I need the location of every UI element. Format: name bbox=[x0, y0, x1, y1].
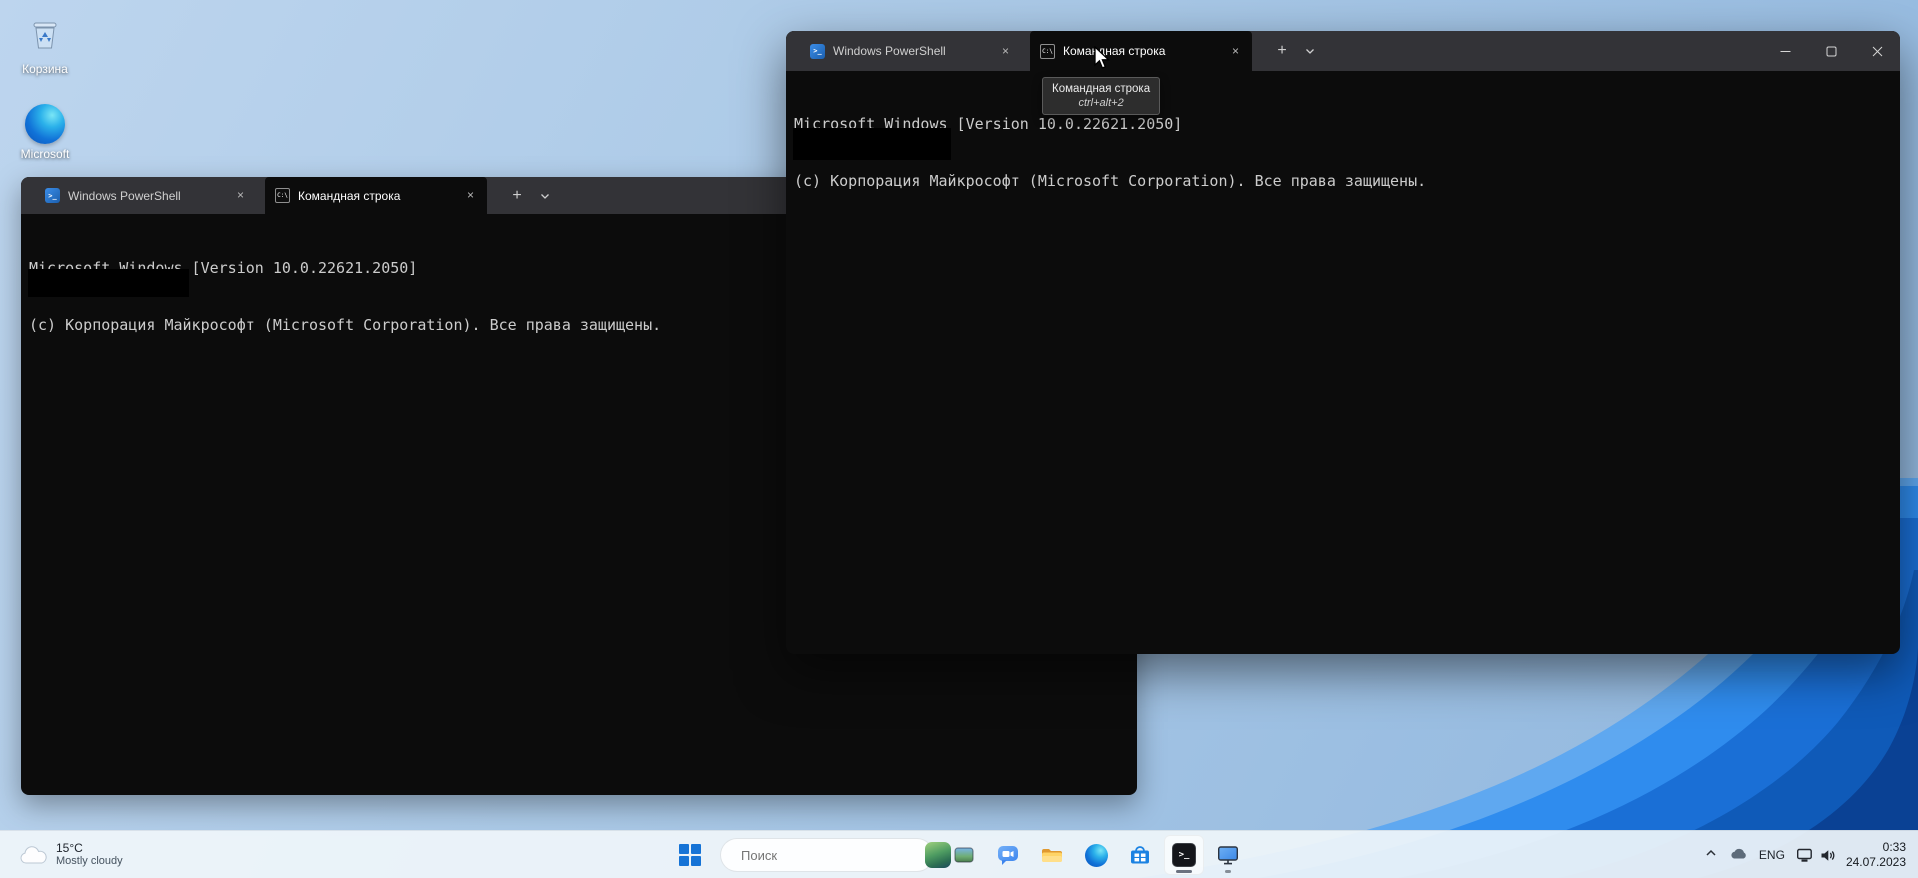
tooltip-title: Командная строка bbox=[1052, 83, 1151, 95]
tab-dropdown-button[interactable] bbox=[1296, 31, 1324, 71]
close-tab-icon[interactable]: × bbox=[462, 187, 479, 204]
file-explorer-button[interactable] bbox=[1032, 835, 1072, 875]
monitor-icon bbox=[1218, 846, 1239, 865]
desktop-icon-recycle-bin[interactable]: Корзина bbox=[6, 14, 84, 76]
edge-button[interactable] bbox=[1076, 835, 1116, 875]
new-tab-button[interactable]: + bbox=[1268, 31, 1296, 71]
task-view-icon bbox=[954, 847, 974, 863]
terminal-line: Microsoft Windows [Version 10.0.22621.20… bbox=[794, 115, 1183, 133]
tab-tooltip: Командная строка ctrl+alt+2 bbox=[1042, 77, 1161, 115]
back-tab-powershell[interactable]: >_ Windows PowerShell × bbox=[35, 177, 257, 214]
tooltip-shortcut: ctrl+alt+2 bbox=[1078, 97, 1124, 109]
taskbar-tray: ENG 0:33 24.07.2023 bbox=[1704, 831, 1912, 878]
chat-icon bbox=[998, 846, 1018, 865]
windows-logo-icon bbox=[679, 844, 701, 866]
chevron-up-icon bbox=[1706, 849, 1716, 856]
chevron-down-icon bbox=[1306, 49, 1314, 54]
cloud-weather-icon bbox=[20, 846, 47, 864]
terminal-output-front[interactable]: Microsoft Windows [Version 10.0.22621.20… bbox=[786, 71, 1900, 654]
volume-icon bbox=[1821, 849, 1835, 861]
tab-label: Windows PowerShell bbox=[68, 188, 181, 203]
redacted-prompt-block bbox=[793, 128, 951, 160]
close-tab-icon[interactable]: × bbox=[1227, 43, 1244, 60]
network-volume-button[interactable] bbox=[1796, 847, 1835, 863]
language-indicator[interactable]: ENG bbox=[1759, 848, 1785, 862]
weather-condition: Mostly cloudy bbox=[56, 855, 123, 867]
minimize-button[interactable] bbox=[1762, 31, 1808, 71]
running-app-indicator bbox=[1225, 870, 1231, 873]
chat-button[interactable] bbox=[988, 835, 1028, 875]
clock-time: 0:33 bbox=[1882, 840, 1906, 854]
terminal-button[interactable]: >_ bbox=[1164, 835, 1204, 875]
taskbar: 15°C Mostly cloudy Поиск >_ ENG 0:33 24.… bbox=[0, 830, 1918, 878]
front-tab-powershell[interactable]: >_ Windows PowerShell × bbox=[800, 31, 1022, 71]
window-drag-area[interactable] bbox=[1324, 31, 1762, 71]
chevron-down-icon bbox=[541, 193, 549, 199]
recycle-bin-label: Корзина bbox=[22, 62, 68, 76]
close-tab-icon[interactable]: × bbox=[232, 187, 249, 204]
edge-icon bbox=[1084, 843, 1108, 867]
terminal-icon: >_ bbox=[1172, 843, 1196, 867]
edge-label: Microsoft bbox=[20, 147, 70, 161]
start-button[interactable] bbox=[670, 835, 710, 875]
clock[interactable]: 0:33 24.07.2023 bbox=[1846, 840, 1906, 870]
running-app-indicator bbox=[1176, 870, 1192, 873]
powershell-icon: >_ bbox=[45, 188, 60, 203]
clock-date: 24.07.2023 bbox=[1845, 855, 1906, 869]
display-app-button[interactable] bbox=[1208, 835, 1248, 875]
task-view-button[interactable] bbox=[944, 835, 984, 875]
cmd-icon: C:\ bbox=[1040, 43, 1055, 59]
close-tab-icon[interactable]: × bbox=[997, 43, 1014, 60]
tab-label: Windows PowerShell bbox=[833, 44, 946, 58]
redacted-prompt-block bbox=[28, 269, 189, 297]
close-icon bbox=[1872, 46, 1882, 56]
onedrive-button[interactable] bbox=[1729, 846, 1748, 865]
desktop-icon-edge[interactable]: Microsoft bbox=[6, 104, 84, 161]
front-window-tab-bar[interactable]: >_ Windows PowerShell × C:\ Командная ст… bbox=[786, 31, 1900, 71]
new-tab-button[interactable]: + bbox=[503, 177, 531, 214]
search-box[interactable] bbox=[720, 838, 951, 872]
file-explorer-icon bbox=[1042, 849, 1062, 862]
widgets-weather-button[interactable]: 15°C Mostly cloudy bbox=[10, 831, 131, 878]
terminal-line: (c) Корпорация Майкрософт (Microsoft Cor… bbox=[794, 172, 1427, 190]
show-hidden-icons-button[interactable] bbox=[1704, 846, 1718, 864]
edge-icon bbox=[25, 104, 65, 144]
minimize-icon bbox=[1780, 50, 1790, 52]
front-tab-cmd[interactable]: C:\ Командная строка × bbox=[1030, 31, 1252, 71]
maximize-button[interactable] bbox=[1808, 31, 1854, 71]
tab-dropdown-button[interactable] bbox=[531, 177, 559, 214]
search-input[interactable] bbox=[741, 847, 917, 863]
onedrive-cloud-icon bbox=[1731, 848, 1746, 858]
close-window-button[interactable] bbox=[1854, 31, 1900, 71]
weather-temperature: 15°C bbox=[56, 841, 83, 855]
network-icon bbox=[1796, 848, 1812, 862]
maximize-icon bbox=[1826, 46, 1836, 56]
taskbar-center-icons: >_ bbox=[670, 831, 1248, 878]
tab-label: Командная строка bbox=[298, 188, 401, 203]
store-icon bbox=[1131, 846, 1149, 864]
powershell-icon: >_ bbox=[810, 43, 825, 59]
window-caption-controls bbox=[1762, 31, 1900, 71]
cmd-icon: C:\ bbox=[275, 188, 290, 203]
microsoft-store-button[interactable] bbox=[1120, 835, 1160, 875]
back-tab-cmd[interactable]: C:\ Командная строка × bbox=[265, 177, 487, 214]
tab-label: Командная строка bbox=[1063, 44, 1166, 58]
recycle-bin-icon bbox=[33, 22, 57, 49]
terminal-window-foreground: >_ Windows PowerShell × C:\ Командная ст… bbox=[786, 31, 1900, 654]
desktop-wallpaper: Корзина Microsoft >_ Windows PowerShell … bbox=[0, 0, 1918, 878]
